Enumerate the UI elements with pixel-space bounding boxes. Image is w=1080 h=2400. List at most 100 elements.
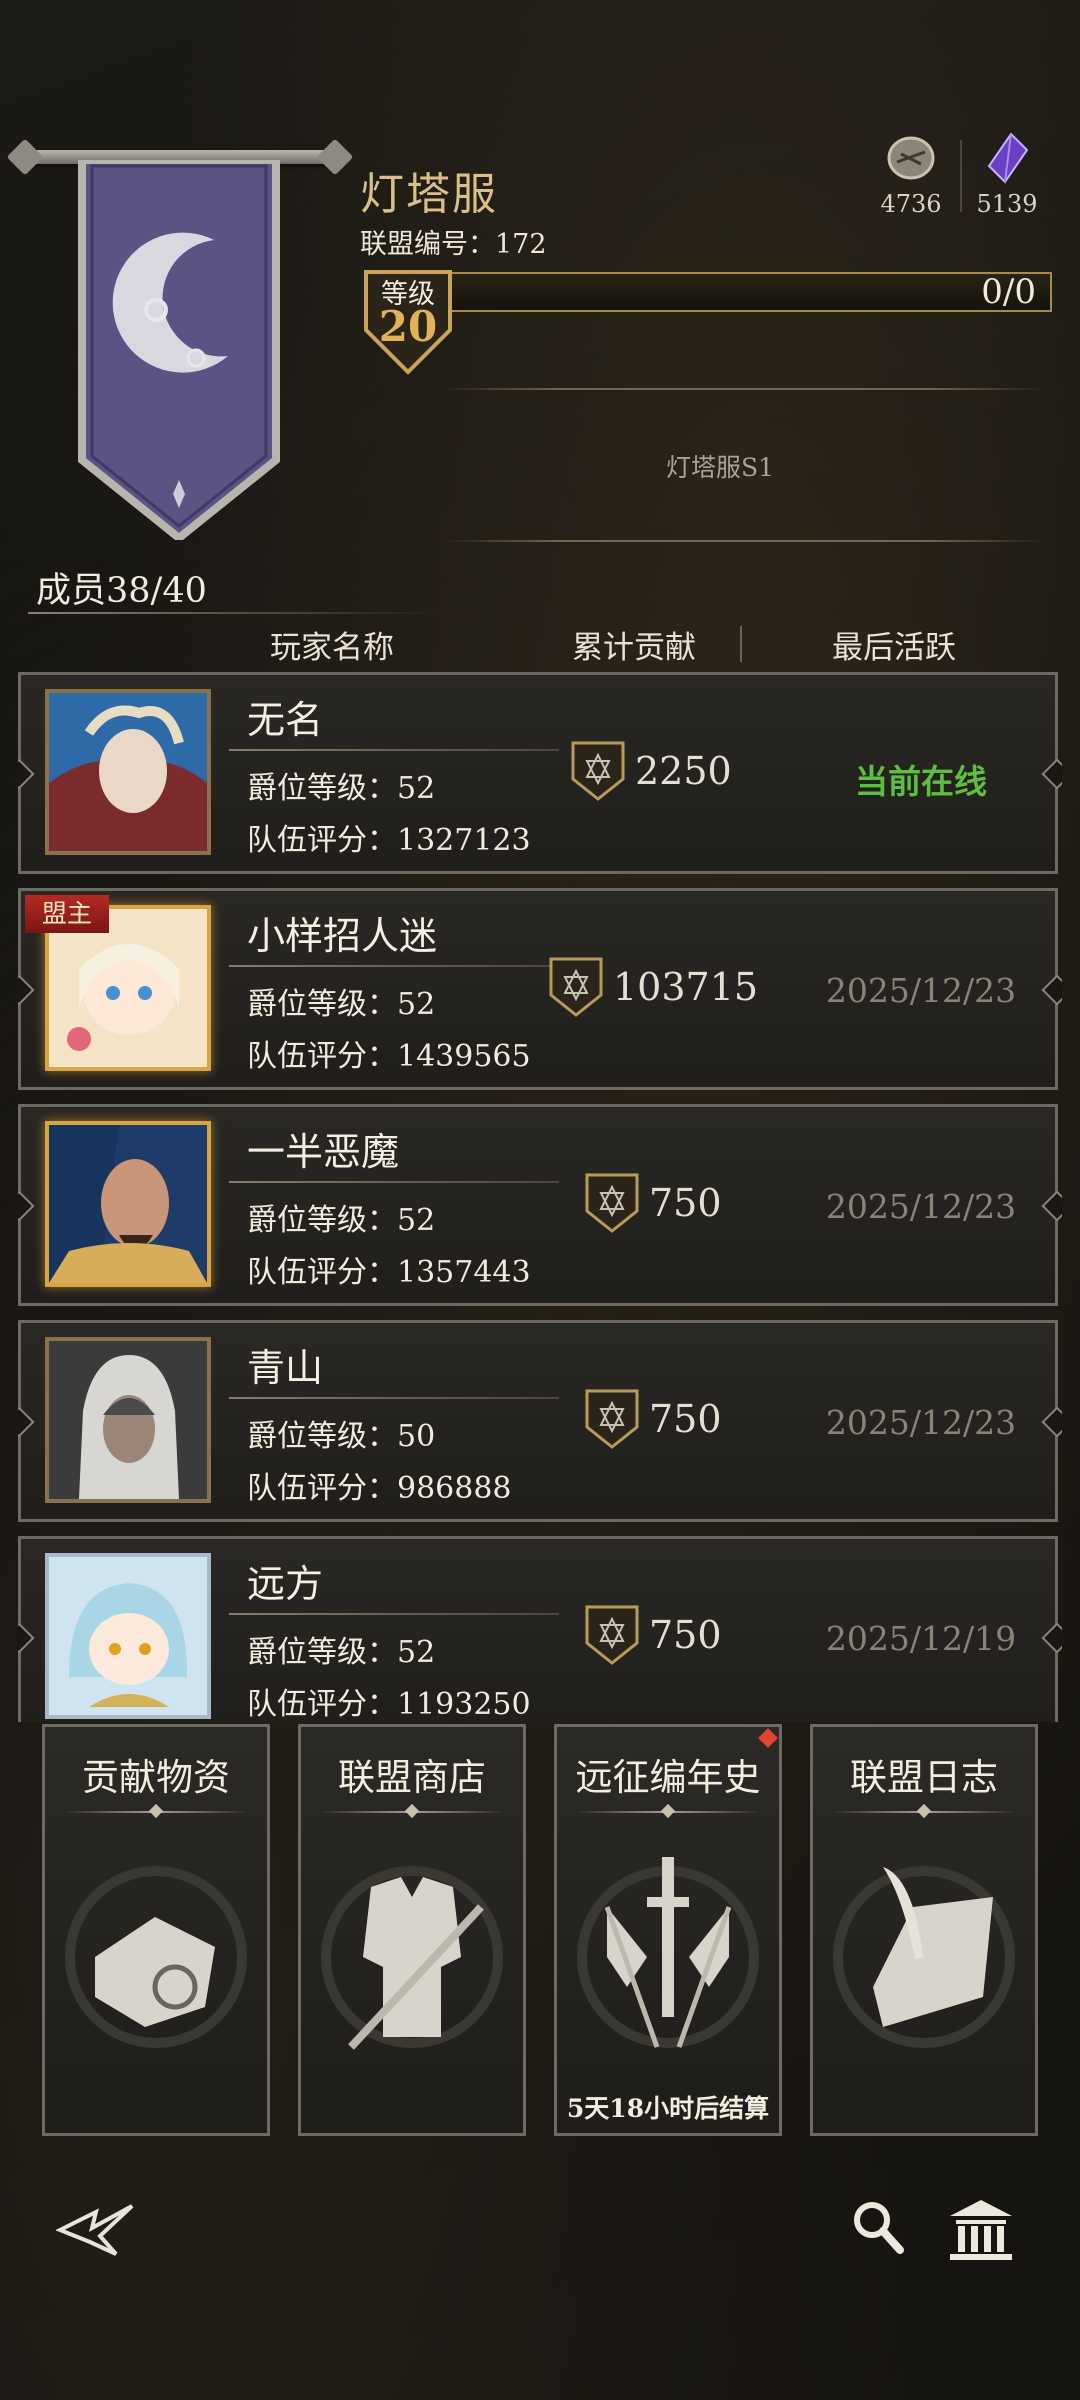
last-active: 2025/12/23 bbox=[825, 1187, 1017, 1226]
alliance-notice[interactable]: 灯塔服S1 bbox=[440, 448, 1000, 484]
tile-contribute-supplies[interactable]: 贡献物资 bbox=[42, 1724, 270, 2136]
member-name: 一半恶魔 bbox=[247, 1130, 400, 1174]
contribution-value: 750 bbox=[649, 1613, 722, 1657]
score-label: 队伍评分： bbox=[247, 1039, 397, 1074]
column-last-active[interactable]: 最后活跃 bbox=[832, 622, 956, 667]
rank-value: 50 bbox=[397, 1419, 436, 1454]
crystal-resource[interactable]: 5139 bbox=[962, 132, 1052, 218]
avatar-portrait bbox=[49, 1557, 207, 1715]
contribution-value: 750 bbox=[649, 1397, 722, 1441]
tile-divider bbox=[831, 1811, 1017, 1813]
coin-resource[interactable]: 4736 bbox=[866, 132, 956, 218]
contribution-badge-icon bbox=[571, 741, 625, 801]
tile-divider bbox=[319, 1811, 505, 1813]
notice-divider-top bbox=[440, 388, 1048, 390]
name-divider bbox=[229, 1397, 559, 1399]
leader-tag: 盟主 bbox=[25, 895, 109, 933]
member-contribution: 750 bbox=[583, 1387, 722, 1451]
name-divider bbox=[229, 1181, 559, 1183]
rank-value: 52 bbox=[397, 771, 436, 806]
member-name: 小样招人迷 bbox=[247, 914, 438, 958]
column-player-name: 玩家名称 bbox=[270, 630, 394, 666]
moon-emblem-icon bbox=[78, 156, 280, 544]
tile-alliance-log[interactable]: 联盟日志 bbox=[810, 1724, 1038, 2136]
score-value: 1439565 bbox=[397, 1039, 531, 1074]
alliance-banner[interactable] bbox=[78, 156, 280, 544]
member-rank: 爵位等级：52 bbox=[247, 1195, 435, 1239]
alliance-id: 联盟编号：172 bbox=[360, 229, 547, 260]
member-count-underline bbox=[28, 612, 438, 614]
last-active: 2025/12/19 bbox=[825, 1619, 1017, 1658]
contribution-badge-icon bbox=[585, 1389, 639, 1449]
member-score: 队伍评分：1193250 bbox=[247, 1679, 531, 1722]
notice-divider-bottom bbox=[440, 540, 1048, 542]
coin-count: 4736 bbox=[880, 190, 942, 218]
tile-title: 远征编年史 bbox=[575, 1756, 761, 1799]
last-active: 2025/12/23 bbox=[825, 971, 1017, 1010]
member-count: 成员38/40 bbox=[36, 571, 207, 611]
member-name: 青山 bbox=[247, 1346, 324, 1390]
last-active: 当前在线 bbox=[855, 762, 987, 801]
member-card[interactable]: 青山 爵位等级：50 队伍评分：986888 750 2025/12/23 bbox=[18, 1320, 1058, 1522]
last-active: 2025/12/23 bbox=[825, 1403, 1017, 1442]
contribution-badge-icon bbox=[585, 1173, 639, 1233]
contribution-value: 750 bbox=[649, 1181, 722, 1225]
avatar[interactable] bbox=[45, 1553, 211, 1719]
alliance-hall-icon[interactable] bbox=[946, 2196, 1016, 2262]
rank-label: 爵位等级： bbox=[247, 1203, 397, 1238]
score-label: 队伍评分： bbox=[247, 1471, 397, 1506]
score-value: 986888 bbox=[397, 1471, 512, 1506]
avatar[interactable] bbox=[45, 689, 211, 855]
rank-label: 爵位等级： bbox=[247, 1635, 397, 1670]
rank-value: 52 bbox=[397, 1203, 436, 1238]
notification-dot bbox=[758, 1728, 778, 1748]
member-score: 队伍评分：1439565 bbox=[247, 1031, 531, 1075]
tile-alliance-shop[interactable]: 联盟商店 bbox=[298, 1724, 526, 2136]
score-label: 队伍评分： bbox=[247, 823, 397, 858]
settlement-countdown: 5天18小时后结算 bbox=[566, 2094, 770, 2123]
contribution-value: 103715 bbox=[613, 965, 759, 1009]
coin-icon bbox=[887, 136, 935, 180]
member-rank: 爵位等级：52 bbox=[247, 1627, 435, 1671]
score-label: 队伍评分： bbox=[247, 1687, 397, 1722]
rank-label: 爵位等级： bbox=[247, 987, 397, 1022]
member-rank: 爵位等级：50 bbox=[247, 1411, 435, 1455]
sword-flags-icon bbox=[577, 1857, 759, 2048]
member-name: 无名 bbox=[247, 698, 324, 742]
contribution-badge-icon bbox=[549, 957, 603, 1017]
score-value: 1357443 bbox=[397, 1255, 531, 1290]
member-card[interactable]: 远方 爵位等级：52 队伍评分：1193250 750 2025/12/19 bbox=[18, 1536, 1058, 1722]
level-progress-text: 0/0 bbox=[981, 272, 1036, 312]
avatar[interactable] bbox=[45, 1337, 211, 1503]
member-score: 队伍评分：1327123 bbox=[247, 815, 531, 859]
member-contribution: 2250 bbox=[569, 739, 732, 803]
member-card[interactable]: 无名 爵位等级：52 队伍评分：1327123 2250 当前在线 bbox=[18, 672, 1058, 874]
tile-divider bbox=[575, 1811, 761, 1813]
name-divider bbox=[229, 1613, 559, 1615]
member-card[interactable]: 一半恶魔 爵位等级：52 队伍评分：1357443 750 2025/12/23 bbox=[18, 1104, 1058, 1306]
back-icon[interactable] bbox=[56, 2198, 136, 2262]
member-contribution: 750 bbox=[583, 1171, 722, 1235]
search-icon[interactable] bbox=[850, 2198, 906, 2258]
tile-title: 贡献物资 bbox=[82, 1756, 230, 1799]
column-contribution[interactable]: 累计贡献 bbox=[572, 622, 696, 667]
crystal-icon bbox=[987, 132, 1029, 184]
crystal-count: 5139 bbox=[976, 190, 1038, 218]
tile-title: 联盟日志 bbox=[850, 1756, 998, 1799]
member-contribution: 103715 bbox=[547, 955, 758, 1019]
score-value: 1193250 bbox=[397, 1687, 531, 1722]
level-number: 20 bbox=[378, 302, 438, 351]
avatar-portrait bbox=[49, 1341, 207, 1499]
score-label: 队伍评分： bbox=[247, 1255, 397, 1290]
scroll-icon bbox=[65, 1866, 247, 2048]
level-progress-bar: 0/0 bbox=[440, 272, 1052, 312]
quill-icon bbox=[833, 1866, 1015, 2048]
avatar-portrait bbox=[49, 693, 207, 851]
member-list[interactable]: 无名 爵位等级：52 队伍评分：1327123 2250 当前在线 盟主 小样招… bbox=[18, 672, 1062, 1722]
name-divider bbox=[229, 749, 559, 751]
rank-value: 52 bbox=[397, 987, 436, 1022]
tile-expedition-chronicle[interactable]: 远征编年史 5天18小时后结算 bbox=[554, 1724, 782, 2136]
avatar[interactable] bbox=[45, 1121, 211, 1287]
contribution-badge-icon bbox=[585, 1605, 639, 1665]
member-card[interactable]: 盟主 小样招人迷 爵位等级：52 队伍评分：1439565 103715 202… bbox=[18, 888, 1058, 1090]
